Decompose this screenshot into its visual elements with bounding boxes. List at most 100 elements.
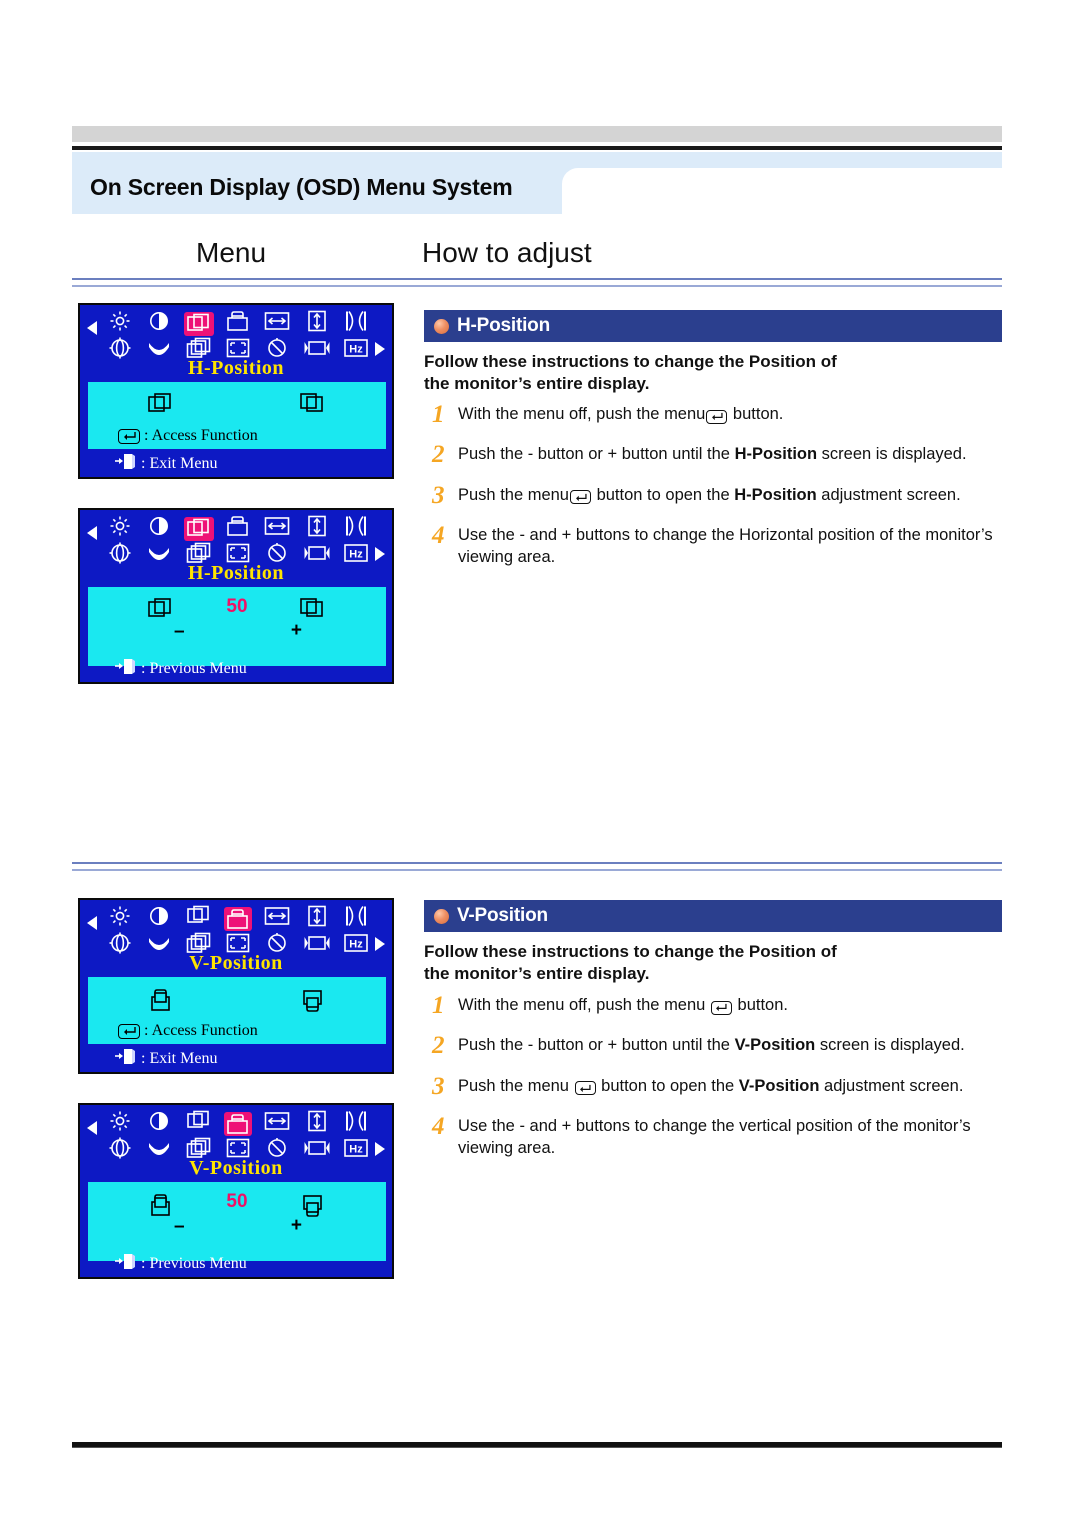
section-title: H-Position [457,315,550,336]
step-text: With the menu off, push the menu button. [458,996,788,1015]
arrow-left-icon [87,321,97,335]
brightness-icon [109,1110,131,1137]
arrow-right-icon [375,547,385,561]
arrow-right-icon [375,1142,385,1156]
exit-door-icon [114,658,136,680]
osd-previous-menu-hint: : Previous Menu [114,1253,247,1275]
v-position-icon [226,310,250,337]
h-position-icon [186,1110,212,1137]
section-header-h-position: H-Position [424,310,1002,342]
pincushion-icon [344,515,368,542]
exit-door-icon [114,1253,136,1275]
osd-screen-area: : Access Function [88,977,386,1044]
step-number: 2 [432,441,445,469]
step-emphasis: H-Position [734,445,818,464]
h-size-icon [264,1111,290,1136]
contrast-icon [148,1110,170,1137]
osd-panel-v-position-adjust: Hz V-Position 50 – + : Previous Menu [78,1103,394,1279]
instruction-step: 4 Use the - and + buttons to change the v… [424,1112,1024,1160]
page-title: On Screen Display (OSD) Menu System [90,174,513,200]
intro-line-2: the monitor’s entire display. [424,963,650,983]
v-size-icon [307,1110,327,1137]
h-position-icon [186,905,212,932]
v-size-icon [307,310,327,337]
enter-key-icon [710,1000,732,1015]
bullet-icon [434,908,449,924]
exit-door-icon [114,1048,136,1070]
step-emphasis: V-Position [734,1036,816,1055]
osd-value: 50 [226,596,248,617]
osd-label: H-Position [187,357,285,379]
column-heading-menu: Menu [196,237,267,268]
v-position-icon [226,515,250,542]
step-number: 1 [432,401,445,428]
instruction-step: 3 Push the menu button to open the H-Posi… [424,482,1024,509]
step-number: 4 [432,1112,445,1140]
step-text: Push the menu button to open the V-Posit… [458,1076,964,1095]
contrast-icon [148,310,170,337]
osd-previous-label: : Previous Menu [141,1255,247,1272]
osd-screen-area: 50 – + [88,1182,386,1261]
osd-screen-area: 50 – + [88,587,386,666]
section-steps-v-position: 1 With the menu off, push the menu button… [424,992,1024,1173]
top-dark-rule [72,145,1002,150]
step-text: Push the menu button to open the H-Posit… [458,485,961,504]
step-emphasis: V-Position [738,1076,820,1095]
osd-icon-grid: Hz [100,515,376,569]
section-intro-v-position: Follow these instructions to change the … [424,941,1014,985]
osd-previous-menu-hint: : Previous Menu [114,658,247,680]
bullet-icon [434,318,449,334]
osd-panel-h-position-adjust: Hz H-Position 50 – + : Previous Menu [78,508,394,684]
pincushion-icon [344,905,368,932]
step-number: 4 [432,521,445,549]
v-position-icon [223,906,252,931]
osd-access-function-hint: : Access Function [118,1022,258,1040]
pincushion-icon [344,310,368,337]
v-size-icon [307,515,327,542]
svg-text:Hz: Hz [350,1144,364,1156]
osd-access-label: : Access Function [144,427,258,444]
intro-line-2: the monitor’s entire display. [424,373,650,393]
section-title: V-Position [457,905,548,926]
intro-line-1: Follow these instructions to change the … [424,352,837,371]
arrow-left-icon [87,916,97,930]
svg-text:Hz: Hz [350,549,364,561]
instruction-step: 1 With the menu off, push the menu button… [424,401,1024,428]
manual-page: On Screen Display (OSD) Menu System Menu… [0,0,1080,1528]
section-divider [72,862,1002,871]
section-header-v-position: V-Position [424,900,1002,932]
step-text: Push the - button or + button until the … [458,445,967,464]
svg-text:Hz: Hz [350,344,364,356]
section-steps-h-position: 1 With the menu off, push the menu button… [424,401,1024,582]
h-position-icon [183,516,214,541]
h-position-left-icon [148,393,174,420]
osd-icon-grid: Hz [100,1110,376,1164]
osd-panel-v-position-menu: Hz V-Position : Access Function : Exit M… [78,898,394,1074]
osd-label: V-Position [189,952,283,974]
arrow-right-icon [375,342,385,356]
instruction-step: 2 Push the - button or + button until the… [424,441,1024,469]
osd-icon-grid: Hz [100,905,376,959]
osd-label: H-Position [187,562,285,584]
step-number: 3 [432,1072,445,1100]
instruction-step: 3 Push the menu button to open the V-Posi… [424,1072,1024,1100]
osd-access-label: : Access Function [144,1022,258,1039]
h-position-icon [183,311,214,336]
step-text: Push the - button or + button until the … [458,1036,965,1055]
contrast-icon [148,905,170,932]
v-position-icon [223,1111,252,1136]
h-position-right-icon [300,393,326,420]
instruction-step: 2 Push the - button or + button until the… [424,1032,1024,1060]
step-number: 2 [432,1032,445,1060]
osd-plus-symbol: + [290,1215,302,1236]
osd-screen-area: : Access Function [88,382,386,449]
osd-value: 50 [226,1191,248,1212]
h-size-icon [264,516,290,541]
v-size-icon [307,905,327,932]
top-gray-bar [72,126,1002,142]
v-position-up-icon [300,988,326,1017]
step-emphasis: H-Position [734,485,817,504]
enter-key-icon [118,428,140,444]
osd-minus-symbol: – [174,1216,185,1237]
osd-plus-symbol: + [290,620,302,641]
